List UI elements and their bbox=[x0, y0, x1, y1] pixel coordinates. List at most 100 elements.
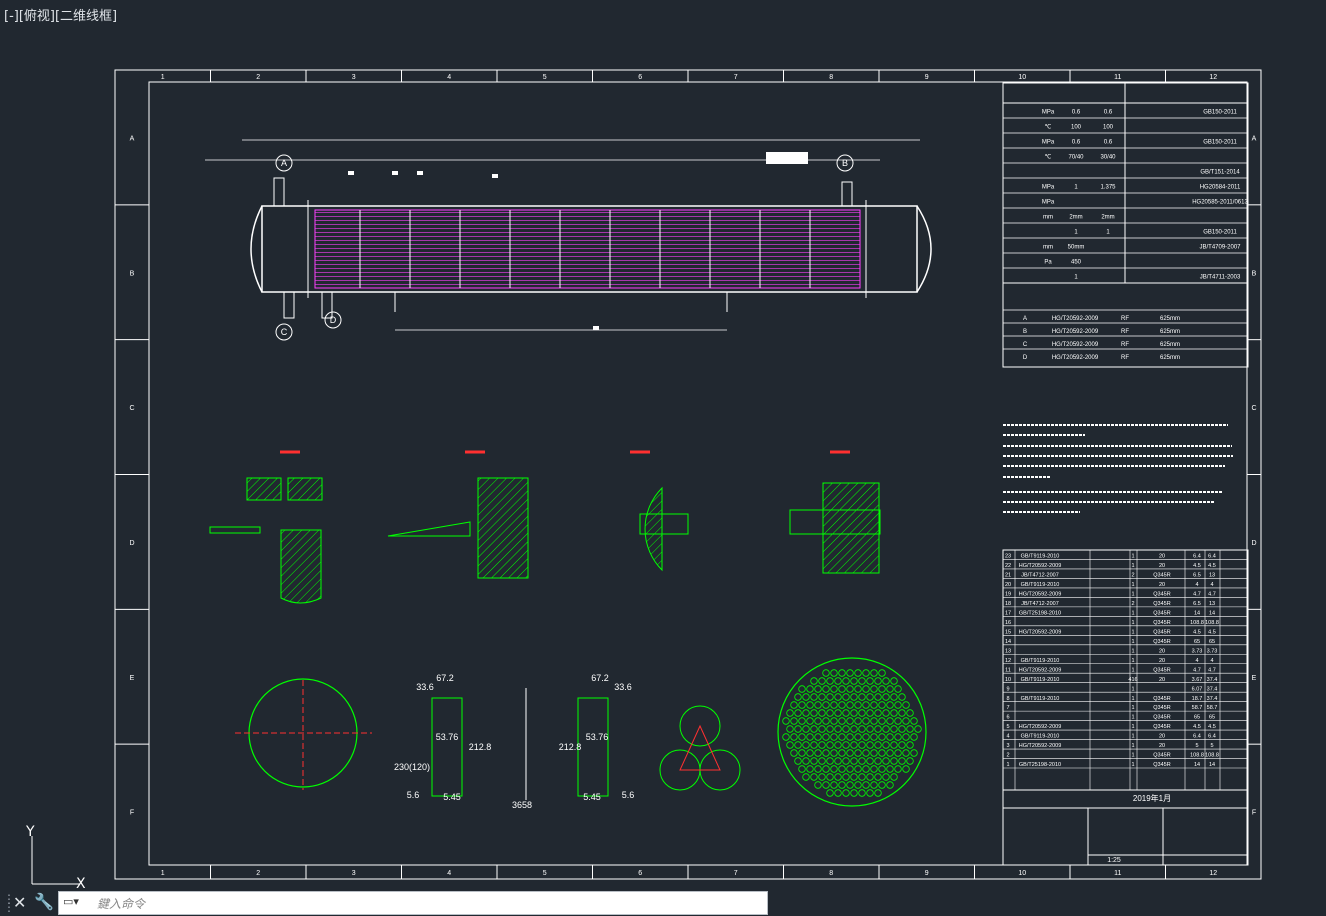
tube-hole bbox=[874, 741, 882, 749]
tube-hole bbox=[886, 717, 894, 725]
tube-hole bbox=[814, 765, 822, 773]
tube-hole bbox=[818, 757, 826, 765]
drawing-canvas[interactable]: 112233445566778899101011111212 A AB BC CD DE… bbox=[0, 0, 1326, 916]
tube-hole bbox=[818, 709, 826, 717]
tube-hole bbox=[846, 717, 854, 725]
tube-hole bbox=[886, 701, 894, 709]
tube-hole bbox=[894, 701, 902, 709]
parts-cell: 11 bbox=[1005, 667, 1011, 673]
tube-hole bbox=[814, 717, 822, 725]
command-input[interactable] bbox=[95, 893, 759, 915]
spec-cell: GB150-2011 bbox=[1203, 230, 1237, 236]
tube-hole bbox=[890, 741, 898, 749]
dim-67-2: 67.2 bbox=[436, 673, 454, 683]
tube-hole bbox=[838, 717, 846, 725]
column-marker-bottom: 10 bbox=[1018, 870, 1026, 877]
parts-cell: 58.7 bbox=[1192, 705, 1203, 711]
tube-hole bbox=[870, 733, 878, 741]
tube-hole bbox=[806, 733, 814, 741]
tube-hole bbox=[822, 701, 830, 709]
tube-hole bbox=[806, 685, 814, 693]
tube-hole bbox=[838, 669, 846, 677]
ucs-icon: Y X bbox=[25, 824, 86, 892]
tube-hole bbox=[830, 717, 838, 725]
parts-cell: 108.8 bbox=[1205, 620, 1219, 626]
spec-cell: 70/40 bbox=[1068, 155, 1084, 161]
column-marker-top: 11 bbox=[1114, 74, 1121, 81]
spec-cell: 1.375 bbox=[1100, 185, 1116, 191]
tube-hole bbox=[850, 741, 858, 749]
tube-hole bbox=[794, 725, 802, 733]
parts-cell: 4.5 bbox=[1208, 629, 1216, 635]
tube-hole bbox=[858, 789, 866, 797]
parts-cell: GB/T9119-2010 bbox=[1021, 554, 1060, 560]
spec-cell: ℃ bbox=[1045, 125, 1052, 131]
tube-hole bbox=[858, 677, 866, 685]
spec-cell: 1 bbox=[1106, 230, 1110, 236]
parts-cell: GB/T9119-2010 bbox=[1021, 658, 1060, 664]
command-history-icon[interactable]: ▭▾ bbox=[63, 895, 93, 911]
tube-hole bbox=[830, 733, 838, 741]
tube-hole bbox=[826, 677, 834, 685]
customize-icon[interactable]: 🔧 bbox=[34, 892, 54, 911]
nozzle-cell: 625mm bbox=[1160, 342, 1180, 348]
parts-cell: 4.5 bbox=[1208, 724, 1216, 730]
tube-hole bbox=[850, 757, 858, 765]
tube-hole bbox=[834, 757, 842, 765]
spec-cell: 0.6 bbox=[1072, 110, 1081, 116]
tube-hole bbox=[834, 789, 842, 797]
tube-hole bbox=[898, 709, 906, 717]
tube-hole bbox=[802, 741, 810, 749]
tube-hole bbox=[822, 749, 830, 757]
tube-hole bbox=[802, 693, 810, 701]
column-marker-bottom: 6 bbox=[638, 870, 642, 877]
parts-cell: 4 bbox=[1006, 734, 1009, 740]
tube-hole bbox=[834, 725, 842, 733]
tube-hole bbox=[894, 749, 902, 757]
parts-cell: Q345R bbox=[1153, 601, 1170, 607]
spec-cell: GB/T151-2014 bbox=[1200, 170, 1240, 176]
tube-hole bbox=[802, 725, 810, 733]
parts-cell: 4.7 bbox=[1193, 591, 1201, 597]
parts-cell: 12 bbox=[1005, 658, 1011, 664]
column-marker-bottom: 3 bbox=[352, 870, 356, 877]
dim-5-6-b: 5.6 bbox=[622, 790, 635, 800]
parts-cell: 20 bbox=[1159, 554, 1165, 560]
tube-hole bbox=[834, 677, 842, 685]
nozzle-cell: RF bbox=[1121, 316, 1129, 322]
drag-handle-icon[interactable]: ⋮ ⋮ bbox=[3, 893, 15, 913]
tube-hole bbox=[830, 749, 838, 757]
tube-hole bbox=[902, 717, 910, 725]
tube-hole bbox=[902, 765, 910, 773]
row-marker-left: C bbox=[129, 405, 134, 412]
tube-hole bbox=[786, 741, 794, 749]
parts-cell: 65 bbox=[1209, 715, 1215, 721]
tube-hole bbox=[842, 709, 850, 717]
tube-hole bbox=[882, 757, 890, 765]
tube-hole bbox=[846, 669, 854, 677]
tube-hole bbox=[878, 781, 886, 789]
tube-hole bbox=[790, 749, 798, 757]
tube-hole bbox=[862, 669, 870, 677]
parts-cell: 14 bbox=[1194, 610, 1200, 616]
tube-hole bbox=[866, 677, 874, 685]
parts-cell: 1 bbox=[1131, 629, 1134, 635]
tube-hole bbox=[846, 749, 854, 757]
close-icon[interactable]: ✕ bbox=[13, 893, 26, 912]
tube-hole bbox=[854, 733, 862, 741]
tube-hole bbox=[842, 741, 850, 749]
dim-53-76: 53.76 bbox=[436, 732, 459, 742]
spec-cell: 0.6 bbox=[1104, 140, 1113, 146]
parts-cell: 14 bbox=[1209, 610, 1215, 616]
parts-cell: 20 bbox=[1159, 677, 1165, 683]
title-scale: 1:25 bbox=[1107, 857, 1121, 864]
tube-hole bbox=[890, 757, 898, 765]
tube-hole bbox=[810, 677, 818, 685]
nozzle-label-c: C bbox=[281, 327, 288, 337]
nozzle-label-a: A bbox=[281, 158, 287, 168]
nozzle-cell: HG/T20592-2009 bbox=[1052, 355, 1099, 361]
tube-hole bbox=[790, 717, 798, 725]
nozzle-cell: A bbox=[1023, 316, 1027, 322]
tube-hole bbox=[866, 693, 874, 701]
parts-cell: 3.73 bbox=[1192, 648, 1203, 654]
